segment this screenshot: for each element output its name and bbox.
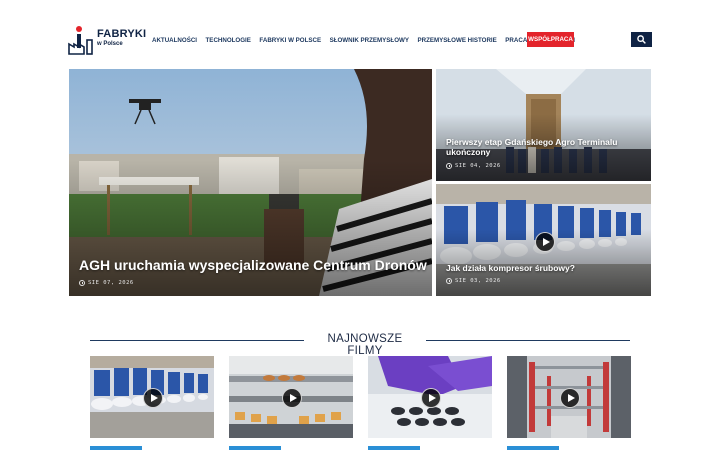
hero-main-title[interactable]: AGH uruchamia wyspecjalizowane Centrum D… [79,257,427,274]
section-divider-right [426,340,630,341]
hero-side-1-date-text: SIE 04, 2026 [455,163,501,169]
site-header: FABRYKI w Polsce AKTUALNOŚCI TECHNOLOGIE… [0,0,720,70]
video-1-category-bar [90,446,142,450]
search-button[interactable] [631,32,652,47]
play-icon[interactable] [143,388,163,408]
main-nav: AKTUALNOŚCI TECHNOLOGIE FABRYKI W POLSCE… [152,35,583,47]
nav-item-technologie[interactable]: TECHNOLOGIE [206,35,251,47]
logo-name: FABRYKI [97,28,147,40]
section-title-videos: NAJNOWSZE FILMY [327,333,403,357]
clock-icon [446,163,452,169]
nav-item-fabryki-w-polsce[interactable]: FABRYKI W POLSCE [259,35,321,47]
video-card-1[interactable] [90,356,214,438]
video-4-category-bar [507,446,559,450]
hero-main-overlay [69,159,432,296]
clock-icon [446,278,452,284]
hero-side-1-title[interactable]: Pierwszy etap Gdańskiego Agro Terminalu … [446,137,626,157]
clock-icon [79,280,85,286]
video-2-category-bar [229,446,281,450]
nav-item-aktualnosci[interactable]: AKTUALNOŚCI [152,35,197,47]
hero-side-article-2[interactable]: Jak działa kompresor śrubowy? SIE 03, 20… [436,184,651,296]
hero-side-2-title[interactable]: Jak działa kompresor śrubowy? [446,263,636,273]
play-icon[interactable] [535,232,555,252]
hero-main-date-text: SIE 07, 2026 [88,280,134,286]
video-card-3[interactable] [368,356,492,438]
hero-side-article-1[interactable]: Pierwszy etap Gdańskiego Agro Terminalu … [436,69,651,181]
cooperation-button[interactable]: WSPÓŁPRACA [527,32,574,47]
search-icon [637,35,646,44]
video-3-category-bar [368,446,420,450]
hero-side-2-date-text: SIE 03, 2026 [455,278,501,284]
play-icon[interactable] [560,388,580,408]
hero-main-article[interactable]: AGH uruchamia wyspecjalizowane Centrum D… [69,69,432,296]
section-divider-left [90,340,304,341]
hero-main-date: SIE 07, 2026 [79,280,134,286]
video-card-2[interactable] [229,356,353,438]
nav-item-slownik-przemyslowy[interactable]: SŁOWNIK PRZEMYSŁOWY [330,35,409,47]
nav-item-przemyslowe-historie[interactable]: PRZEMYSŁOWE HISTORIE [417,35,496,47]
logo[interactable]: FABRYKI w Polsce [67,24,147,56]
logo-subtitle: w Polsce [97,41,123,47]
logo-mark-icon [68,26,93,55]
play-icon[interactable] [421,388,441,408]
hero-side-2-date: SIE 03, 2026 [446,278,501,284]
video-card-4[interactable] [507,356,631,438]
play-icon[interactable] [282,388,302,408]
hero-side-1-date: SIE 04, 2026 [446,163,501,169]
